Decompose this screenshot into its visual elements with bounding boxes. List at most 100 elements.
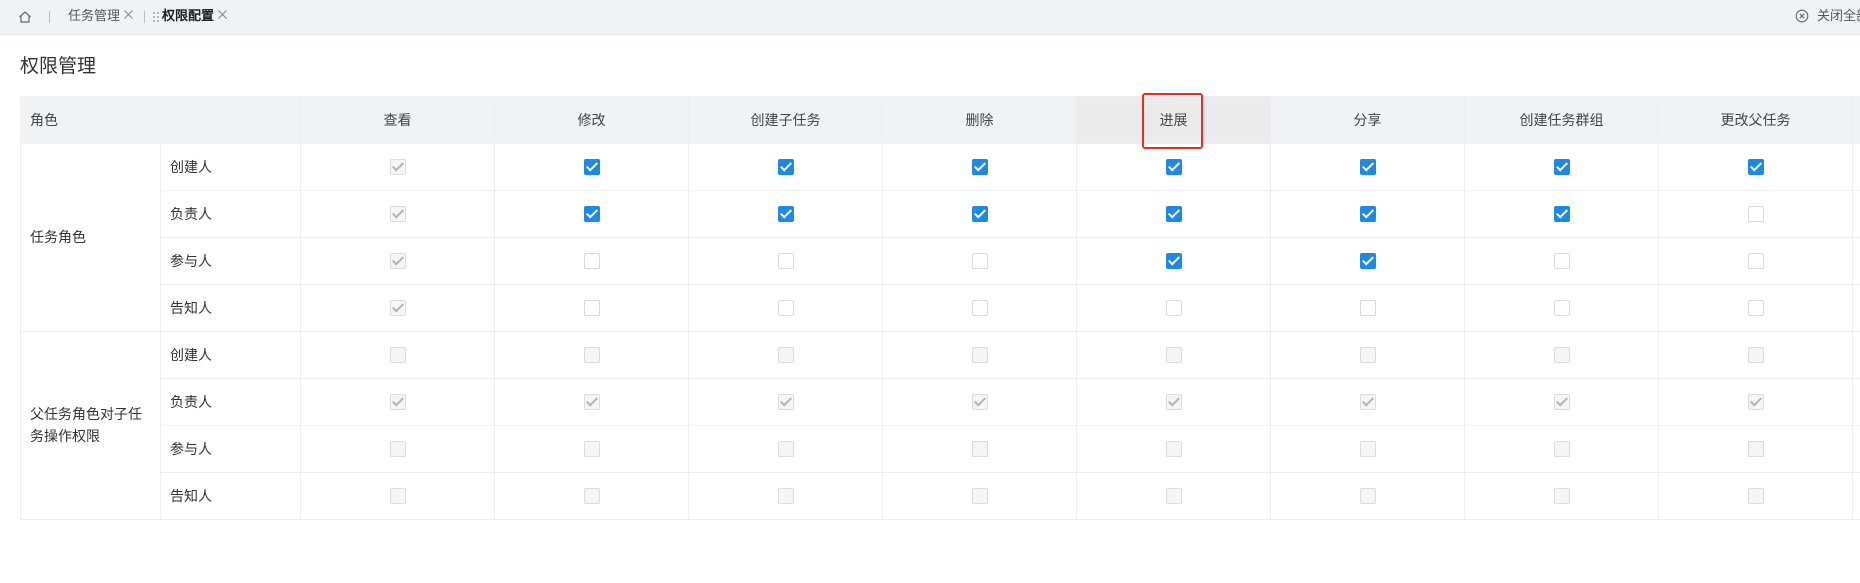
permission-checkbox bbox=[1553, 347, 1570, 363]
permission-checkbox[interactable] bbox=[583, 206, 600, 222]
permission-checkbox[interactable] bbox=[1165, 300, 1182, 316]
permission-checkbox[interactable] bbox=[1747, 253, 1764, 269]
close-all-label: 关闭全部 bbox=[1817, 9, 1860, 24]
permission-cell bbox=[1270, 472, 1465, 520]
permission-checkbox bbox=[777, 441, 794, 457]
permission-column-header: 创建任务群组 bbox=[1464, 96, 1659, 144]
permission-checkbox[interactable] bbox=[1747, 206, 1764, 222]
permission-checkbox[interactable] bbox=[777, 253, 794, 269]
tab-close-icon[interactable] bbox=[122, 8, 135, 21]
permission-cell bbox=[1270, 143, 1465, 191]
permission-cell bbox=[494, 331, 689, 379]
permission-cell bbox=[1464, 472, 1659, 520]
home-icon[interactable] bbox=[17, 9, 33, 25]
table-row: 参与人 bbox=[21, 425, 1860, 473]
permission-checkbox bbox=[1359, 441, 1376, 457]
permission-cell bbox=[1658, 237, 1853, 285]
role-name: 参与人 bbox=[160, 425, 301, 473]
permission-checkbox[interactable] bbox=[1165, 253, 1182, 269]
permission-checkbox[interactable] bbox=[971, 253, 988, 269]
permission-cell bbox=[494, 190, 689, 238]
permission-cell bbox=[1076, 284, 1271, 332]
permission-checkbox[interactable] bbox=[777, 159, 794, 175]
permission-cell bbox=[300, 472, 495, 520]
role-name: 创建人 bbox=[160, 143, 301, 191]
permission-checkbox[interactable] bbox=[583, 253, 600, 269]
permission-checkbox bbox=[1747, 394, 1764, 410]
permission-checkbox[interactable] bbox=[583, 159, 600, 175]
permission-checkbox[interactable] bbox=[971, 300, 988, 316]
permission-checkbox[interactable] bbox=[971, 206, 988, 222]
permission-checkbox[interactable] bbox=[1359, 300, 1376, 316]
circle-close-icon bbox=[1795, 9, 1809, 23]
tab-permission-config[interactable]: 权限配置 bbox=[162, 8, 214, 26]
permission-checkbox bbox=[777, 347, 794, 363]
permission-cell bbox=[494, 378, 689, 426]
permission-checkbox bbox=[971, 394, 988, 410]
permission-cell bbox=[688, 472, 883, 520]
permission-checkbox[interactable] bbox=[1359, 159, 1376, 175]
permission-checkbox[interactable] bbox=[777, 206, 794, 222]
permission-checkbox[interactable] bbox=[777, 300, 794, 316]
permission-cell bbox=[494, 284, 689, 332]
permission-cell bbox=[882, 472, 1077, 520]
permission-cell bbox=[882, 237, 1077, 285]
tab-close-icon[interactable] bbox=[216, 8, 229, 21]
permission-cell bbox=[494, 237, 689, 285]
role-name: 告知人 bbox=[160, 472, 301, 520]
permission-cell bbox=[1464, 378, 1659, 426]
permission-cell bbox=[882, 425, 1077, 473]
permission-column-header: 进展 bbox=[1076, 96, 1271, 144]
permission-checkbox bbox=[389, 441, 406, 457]
permission-checkbox[interactable] bbox=[583, 300, 600, 316]
permission-checkbox[interactable] bbox=[1553, 300, 1570, 316]
permission-cell bbox=[1464, 425, 1659, 473]
tab-separator bbox=[49, 11, 50, 23]
permission-cell bbox=[688, 237, 883, 285]
permission-cell bbox=[1076, 237, 1271, 285]
permission-checkbox[interactable] bbox=[1553, 253, 1570, 269]
permission-checkbox bbox=[583, 347, 600, 363]
permission-column-header: 删除 bbox=[882, 96, 1077, 144]
permission-checkbox[interactable] bbox=[1359, 206, 1376, 222]
permission-checkbox[interactable] bbox=[1553, 159, 1570, 175]
permission-cell bbox=[882, 378, 1077, 426]
table-edge bbox=[1852, 143, 1860, 191]
permission-cell bbox=[494, 425, 689, 473]
permission-checkbox[interactable] bbox=[1165, 206, 1182, 222]
permission-cell bbox=[1076, 190, 1271, 238]
table-edge bbox=[1852, 190, 1860, 238]
permission-checkbox bbox=[389, 206, 406, 222]
permission-checkbox bbox=[777, 394, 794, 410]
role-name: 创建人 bbox=[160, 331, 301, 379]
table-edge bbox=[1852, 425, 1860, 473]
role-group-label: 任务角色 bbox=[20, 143, 161, 332]
permission-checkbox[interactable] bbox=[1165, 159, 1182, 175]
permission-cell bbox=[1270, 331, 1465, 379]
table-edge bbox=[1852, 96, 1860, 144]
permission-cell bbox=[1464, 284, 1659, 332]
permission-checkbox bbox=[971, 441, 988, 457]
drag-handle-icon[interactable] bbox=[152, 11, 160, 23]
permission-checkbox[interactable] bbox=[1553, 206, 1570, 222]
table-header-row: 角色 查看 修改 创建子任务 删除 进展 分享 创建任务群组 更改父任务 bbox=[20, 96, 1860, 144]
permission-cell bbox=[688, 143, 883, 191]
permission-checkbox bbox=[1359, 488, 1376, 504]
permission-checkbox bbox=[583, 488, 600, 504]
permission-column-header: 分享 bbox=[1270, 96, 1465, 144]
permission-cell bbox=[300, 425, 495, 473]
permission-checkbox[interactable] bbox=[1359, 253, 1376, 269]
permission-cell bbox=[688, 331, 883, 379]
permission-cell bbox=[688, 378, 883, 426]
permission-cell bbox=[1076, 331, 1271, 379]
permission-checkbox bbox=[389, 394, 406, 410]
permission-checkbox[interactable] bbox=[971, 159, 988, 175]
tab-bar: 任务管理 权限配置 关闭全部 bbox=[0, 0, 1860, 35]
tab-task-management[interactable]: 任务管理 bbox=[68, 8, 120, 26]
permission-checkbox[interactable] bbox=[1747, 300, 1764, 316]
permission-cell bbox=[300, 378, 495, 426]
permission-table: 角色 查看 修改 创建子任务 删除 进展 分享 创建任务群组 更改父任务 任务角色 创建人 负责人… bbox=[20, 96, 1860, 520]
table-edge bbox=[1852, 378, 1860, 426]
permission-checkbox bbox=[1165, 441, 1182, 457]
permission-checkbox[interactable] bbox=[1747, 159, 1764, 175]
